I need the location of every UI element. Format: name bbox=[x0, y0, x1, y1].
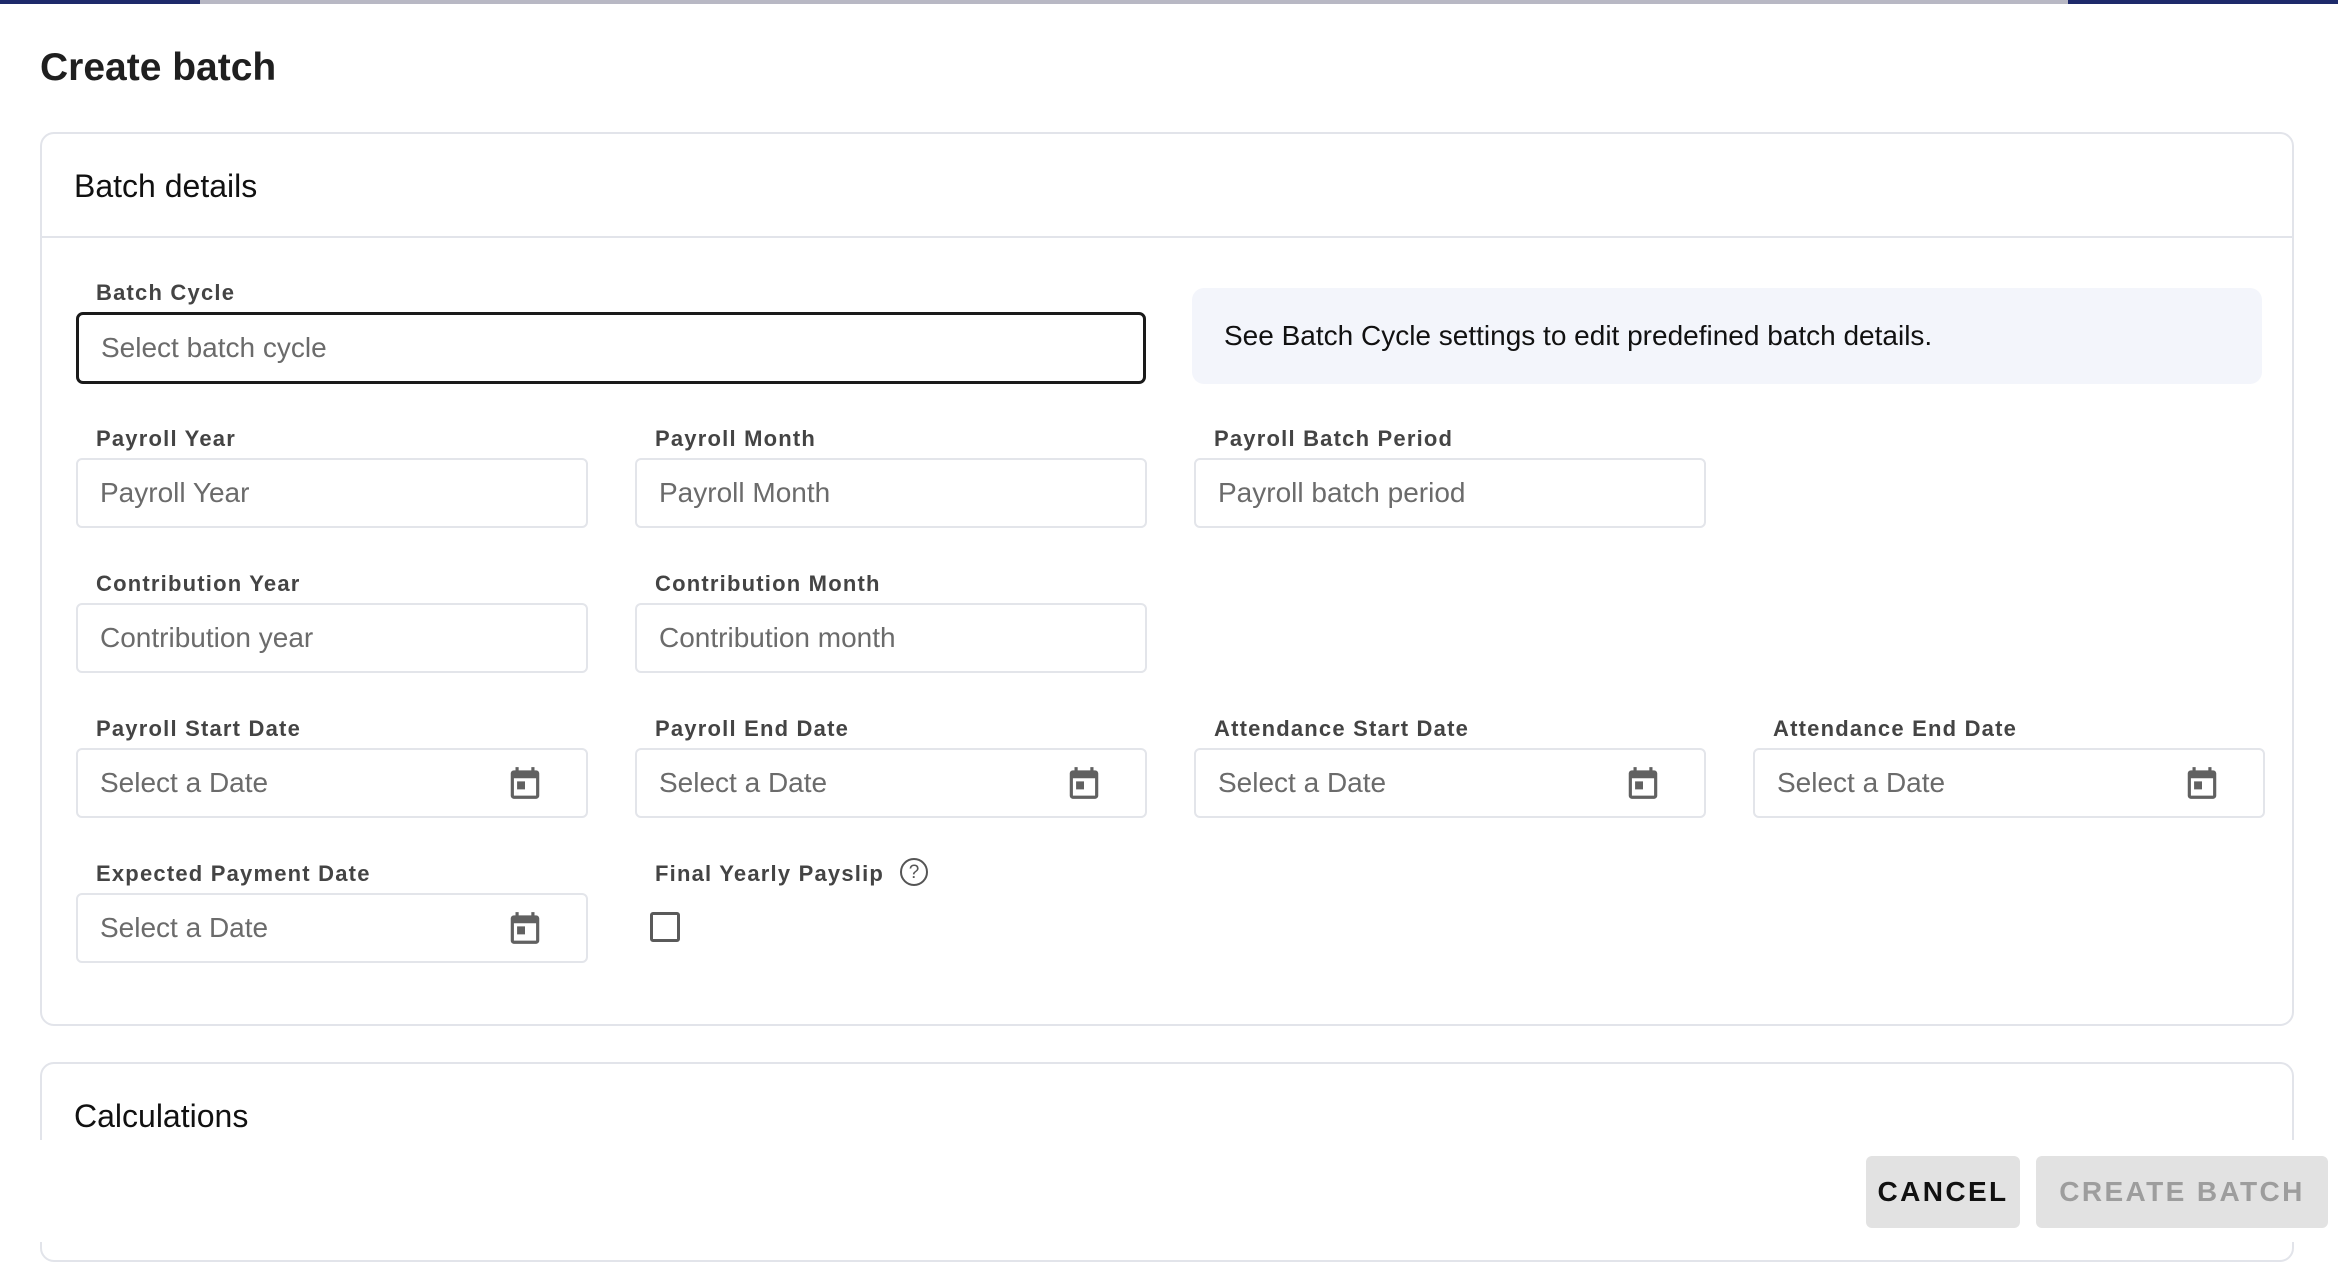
final-yearly-payslip-label: Final Yearly Payslip bbox=[655, 861, 885, 886]
contribution-year-label: Contribution Year bbox=[96, 571, 301, 596]
contribution-year-placeholder: Contribution year bbox=[100, 622, 314, 653]
attendance-end-date-label: Attendance End Date bbox=[1773, 716, 2018, 741]
attendance-end-date-picker[interactable]: Select a Date bbox=[1753, 748, 2265, 818]
contribution-month-placeholder: Contribution month bbox=[659, 622, 896, 653]
batch-details-title: Batch details bbox=[74, 168, 258, 204]
final-yearly-payslip-checkbox[interactable] bbox=[650, 912, 680, 942]
payroll-batch-period-input[interactable]: Payroll batch period bbox=[1194, 458, 1706, 528]
payroll-year-placeholder: Payroll Year bbox=[100, 477, 250, 508]
contribution-month-input[interactable]: Contribution month bbox=[635, 603, 1147, 673]
calendar-icon[interactable] bbox=[506, 763, 544, 803]
payroll-month-label: Payroll Month bbox=[655, 426, 817, 451]
contribution-year-input[interactable]: Contribution year bbox=[76, 603, 588, 673]
footer-actions: CANCEL CREATE BATCH bbox=[0, 1140, 2338, 1242]
page-title: Create batch bbox=[40, 46, 277, 89]
payroll-year-input[interactable]: Payroll Year bbox=[76, 458, 588, 528]
cancel-button[interactable]: CANCEL bbox=[1866, 1156, 2020, 1228]
top-progress-accent-left bbox=[0, 0, 200, 4]
attendance-start-date-picker[interactable]: Select a Date bbox=[1194, 748, 1706, 818]
calendar-icon[interactable] bbox=[506, 908, 544, 948]
top-progress-accent-right bbox=[2068, 0, 2338, 4]
payroll-end-date-label: Payroll End Date bbox=[655, 716, 850, 741]
batch-cycle-placeholder: Select batch cycle bbox=[101, 332, 327, 363]
contribution-month-label: Contribution Month bbox=[655, 571, 881, 596]
calculations-title: Calculations bbox=[74, 1098, 249, 1134]
attendance-end-date-placeholder: Select a Date bbox=[1777, 767, 1946, 798]
top-progress-bar bbox=[0, 0, 2338, 4]
create-batch-button[interactable]: CREATE BATCH bbox=[2036, 1156, 2328, 1228]
attendance-start-date-placeholder: Select a Date bbox=[1218, 767, 1387, 798]
batch-cycle-info-text: See Batch Cycle settings to edit predefi… bbox=[1224, 320, 1933, 351]
help-circle-icon[interactable]: ? bbox=[900, 858, 928, 886]
payroll-start-date-label: Payroll Start Date bbox=[96, 716, 302, 741]
calendar-icon[interactable] bbox=[2183, 763, 2221, 803]
payroll-month-placeholder: Payroll Month bbox=[659, 477, 831, 508]
expected-payment-date-label: Expected Payment Date bbox=[96, 861, 371, 886]
payroll-batch-period-placeholder: Payroll batch period bbox=[1218, 477, 1466, 508]
payroll-end-date-placeholder: Select a Date bbox=[659, 767, 828, 798]
batch-details-card: Batch details Batch Cycle Select batch c… bbox=[40, 132, 2294, 1026]
payroll-year-label: Payroll Year bbox=[96, 426, 236, 451]
payroll-start-date-picker[interactable]: Select a Date bbox=[76, 748, 588, 818]
batch-details-header: Batch details bbox=[42, 134, 2292, 238]
expected-payment-date-placeholder: Select a Date bbox=[100, 912, 269, 943]
batch-cycle-info-box: See Batch Cycle settings to edit predefi… bbox=[1192, 288, 2262, 384]
attendance-start-date-label: Attendance Start Date bbox=[1214, 716, 1470, 741]
calendar-icon[interactable] bbox=[1065, 763, 1103, 803]
batch-cycle-select[interactable]: Select batch cycle bbox=[76, 312, 1146, 384]
batch-cycle-label: Batch Cycle bbox=[96, 280, 236, 305]
calendar-icon[interactable] bbox=[1624, 763, 1662, 803]
payroll-month-input[interactable]: Payroll Month bbox=[635, 458, 1147, 528]
payroll-end-date-picker[interactable]: Select a Date bbox=[635, 748, 1147, 818]
expected-payment-date-picker[interactable]: Select a Date bbox=[76, 893, 588, 963]
payroll-start-date-placeholder: Select a Date bbox=[100, 767, 269, 798]
payroll-batch-period-label: Payroll Batch Period bbox=[1214, 426, 1454, 451]
